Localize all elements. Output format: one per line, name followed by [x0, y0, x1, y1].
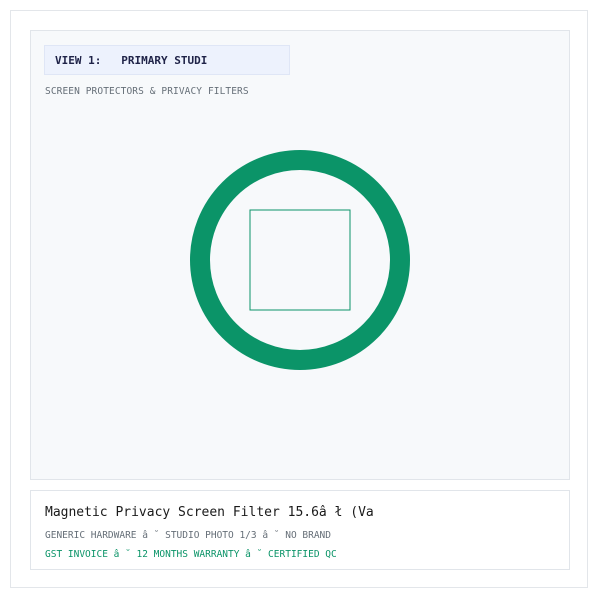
- product-meta: GENERIC HARDWARE â ˘ STUDIO PHOTO 1/3 â …: [45, 530, 331, 541]
- product-title[interactable]: Magnetic Privacy Screen Filter 15.6â ł (…: [45, 505, 374, 520]
- product-square-shape: [249, 209, 351, 311]
- product-ring-shape: [190, 150, 410, 370]
- category-label: SCREEN PROTECTORS & PRIVACY FILTERS: [45, 86, 249, 97]
- trust-badges: GST INVOICE â ˘ 12 MONTHS WARRANTY â ˘ C…: [45, 549, 337, 560]
- product-image: [190, 150, 410, 370]
- view-label: VIEW 1: PRIMARY STUDI: [44, 45, 290, 75]
